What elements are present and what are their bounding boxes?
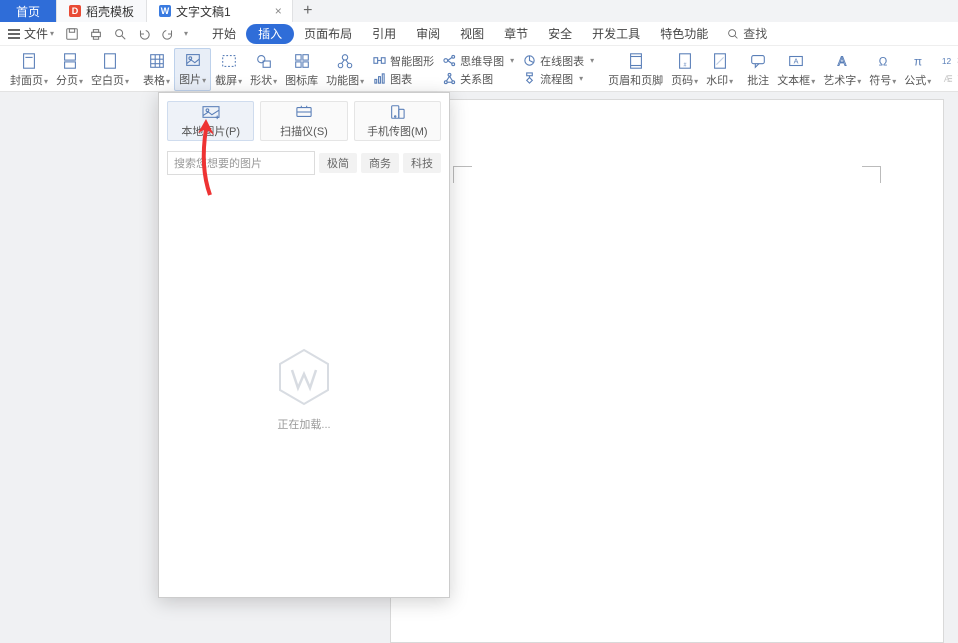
document-page[interactable]: [390, 99, 944, 643]
svg-text:#: #: [683, 62, 686, 68]
undo-icon[interactable]: [136, 26, 152, 42]
docker-icon: D: [69, 5, 81, 17]
ribbon-tab-developer[interactable]: 开发工具: [582, 22, 650, 46]
chevron-down-icon: ▾: [50, 29, 54, 38]
textbox-button[interactable]: A文本框▾: [773, 48, 819, 91]
blank-page-button[interactable]: 空白页▾: [87, 48, 133, 91]
picture-button[interactable]: 图片▾: [174, 48, 211, 91]
ribbon-tab-features[interactable]: 特色功能: [650, 22, 718, 46]
svg-text:A: A: [838, 55, 847, 69]
ribbon-tab-review[interactable]: 审阅: [406, 22, 450, 46]
cover-page-button[interactable]: 封面页▾: [6, 48, 52, 91]
word-doc-icon: W: [159, 5, 171, 17]
tab-document[interactable]: W 文字文稿1 ×: [147, 0, 293, 22]
mobile-transfer-button[interactable]: 手机传图(M): [354, 101, 441, 141]
add-tab-button[interactable]: +: [293, 0, 323, 22]
icon-library-button[interactable]: 图标库: [281, 48, 322, 91]
scanner-label: 扫描仪(S): [280, 123, 328, 139]
symbol-button[interactable]: Ω符号▾: [865, 48, 900, 91]
svg-text:A: A: [794, 57, 799, 66]
ribbon-toolbar: 封面页▾ 分页▾ 空白页▾ 表格▾ 图片▾ 截屏▾ 形状▾ 图标库 功能图▾ 智…: [0, 46, 958, 92]
file-menu-label: 文件: [24, 25, 48, 42]
redo-icon[interactable]: [160, 26, 176, 42]
preview-icon[interactable]: [112, 26, 128, 42]
comment-button[interactable]: 批注: [743, 48, 773, 91]
smartart-button[interactable]: 智能图形: [372, 53, 434, 69]
equation-button[interactable]: π公式▾: [900, 48, 935, 91]
ribbon-tab-layout[interactable]: 页面布局: [294, 22, 362, 46]
picture-search-input[interactable]: 搜索您想要的图片: [167, 151, 315, 175]
svg-text:12: 12: [942, 56, 952, 66]
picture-dropdown-panel: 本地图片(P) 扫描仪(S) 手机传图(M) 搜索您想要的图片 极简 商务 科技…: [158, 92, 450, 598]
tab-label: 文字文稿1: [176, 3, 231, 20]
table-button[interactable]: 表格▾: [139, 48, 174, 91]
scanner-button[interactable]: 扫描仪(S): [260, 101, 347, 141]
function-diagram-button[interactable]: 功能图▾: [322, 48, 368, 91]
mobile-label: 手机传图(M): [367, 123, 428, 139]
mindmap-button[interactable]: 思维导图▾: [442, 53, 514, 69]
screenshot-button[interactable]: 截屏▾: [211, 48, 246, 91]
dropcap-button[interactable]: A首字下沉: [939, 71, 958, 87]
print-icon[interactable]: [88, 26, 104, 42]
quick-access-toolbar: ▾: [64, 26, 188, 42]
relation-diagram-button[interactable]: 关系图: [442, 71, 514, 87]
loading-text: 正在加载...: [277, 416, 330, 432]
wordart-button[interactable]: A艺术字▾: [819, 48, 865, 91]
chevron-down-icon[interactable]: ▾: [184, 29, 188, 38]
search-button[interactable]: 查找: [726, 25, 767, 42]
ribbon-tab-view[interactable]: 视图: [450, 22, 494, 46]
flowchart-button[interactable]: 流程图▾: [522, 71, 594, 87]
dropdown-body: 正在加载...: [159, 183, 449, 597]
tag-tech[interactable]: 科技: [403, 153, 441, 173]
local-picture-label: 本地图片(P): [181, 123, 240, 139]
page-number-button[interactable]: #页码▾: [667, 48, 702, 91]
shapes-button[interactable]: 形状▾: [246, 48, 281, 91]
ribbon-tab-references[interactable]: 引用: [362, 22, 406, 46]
local-picture-button[interactable]: 本地图片(P): [167, 101, 254, 141]
online-chart-button[interactable]: 在线图表▾: [522, 53, 594, 69]
wps-logo-icon: [278, 348, 330, 406]
ribbon-tab-insert[interactable]: 插入: [246, 24, 294, 44]
watermark-button[interactable]: 水印▾: [702, 48, 737, 91]
svg-text:Ω: Ω: [878, 56, 887, 69]
file-menu[interactable]: 文件 ▾: [8, 25, 54, 42]
menu-row: 文件 ▾ ▾ 开始 插入 页面布局 引用 审阅 视图 章节 安全 开发工具 特色…: [0, 22, 958, 46]
svg-text:π: π: [914, 56, 922, 69]
ribbon-tabs: 开始 插入 页面布局 引用 审阅 视图 章节 安全 开发工具 特色功能: [202, 22, 718, 46]
insert-number-button[interactable]: 12插入数字: [939, 53, 958, 69]
tag-business[interactable]: 商务: [361, 153, 399, 173]
close-icon[interactable]: ×: [271, 4, 286, 18]
ribbon-tab-start[interactable]: 开始: [202, 22, 246, 46]
tab-docker-templates[interactable]: D 稻壳模板: [57, 0, 147, 22]
tabs-bar: 首页 D 稻壳模板 W 文字文稿1 × +: [0, 0, 958, 22]
page-break-button[interactable]: 分页▾: [52, 48, 87, 91]
workspace: 本地图片(P) 扫描仪(S) 手机传图(M) 搜索您想要的图片 极简 商务 科技…: [0, 92, 958, 643]
header-footer-button[interactable]: 页眉和页脚: [604, 48, 667, 91]
chart-button[interactable]: 图表: [372, 71, 434, 87]
tag-minimal[interactable]: 极简: [319, 153, 357, 173]
ribbon-tab-security[interactable]: 安全: [538, 22, 582, 46]
tab-label: 稻壳模板: [86, 3, 134, 20]
hamburger-icon: [8, 29, 20, 39]
save-icon[interactable]: [64, 26, 80, 42]
search-label: 查找: [743, 25, 767, 42]
ribbon-tab-chapter[interactable]: 章节: [494, 22, 538, 46]
tab-home[interactable]: 首页: [0, 0, 57, 22]
